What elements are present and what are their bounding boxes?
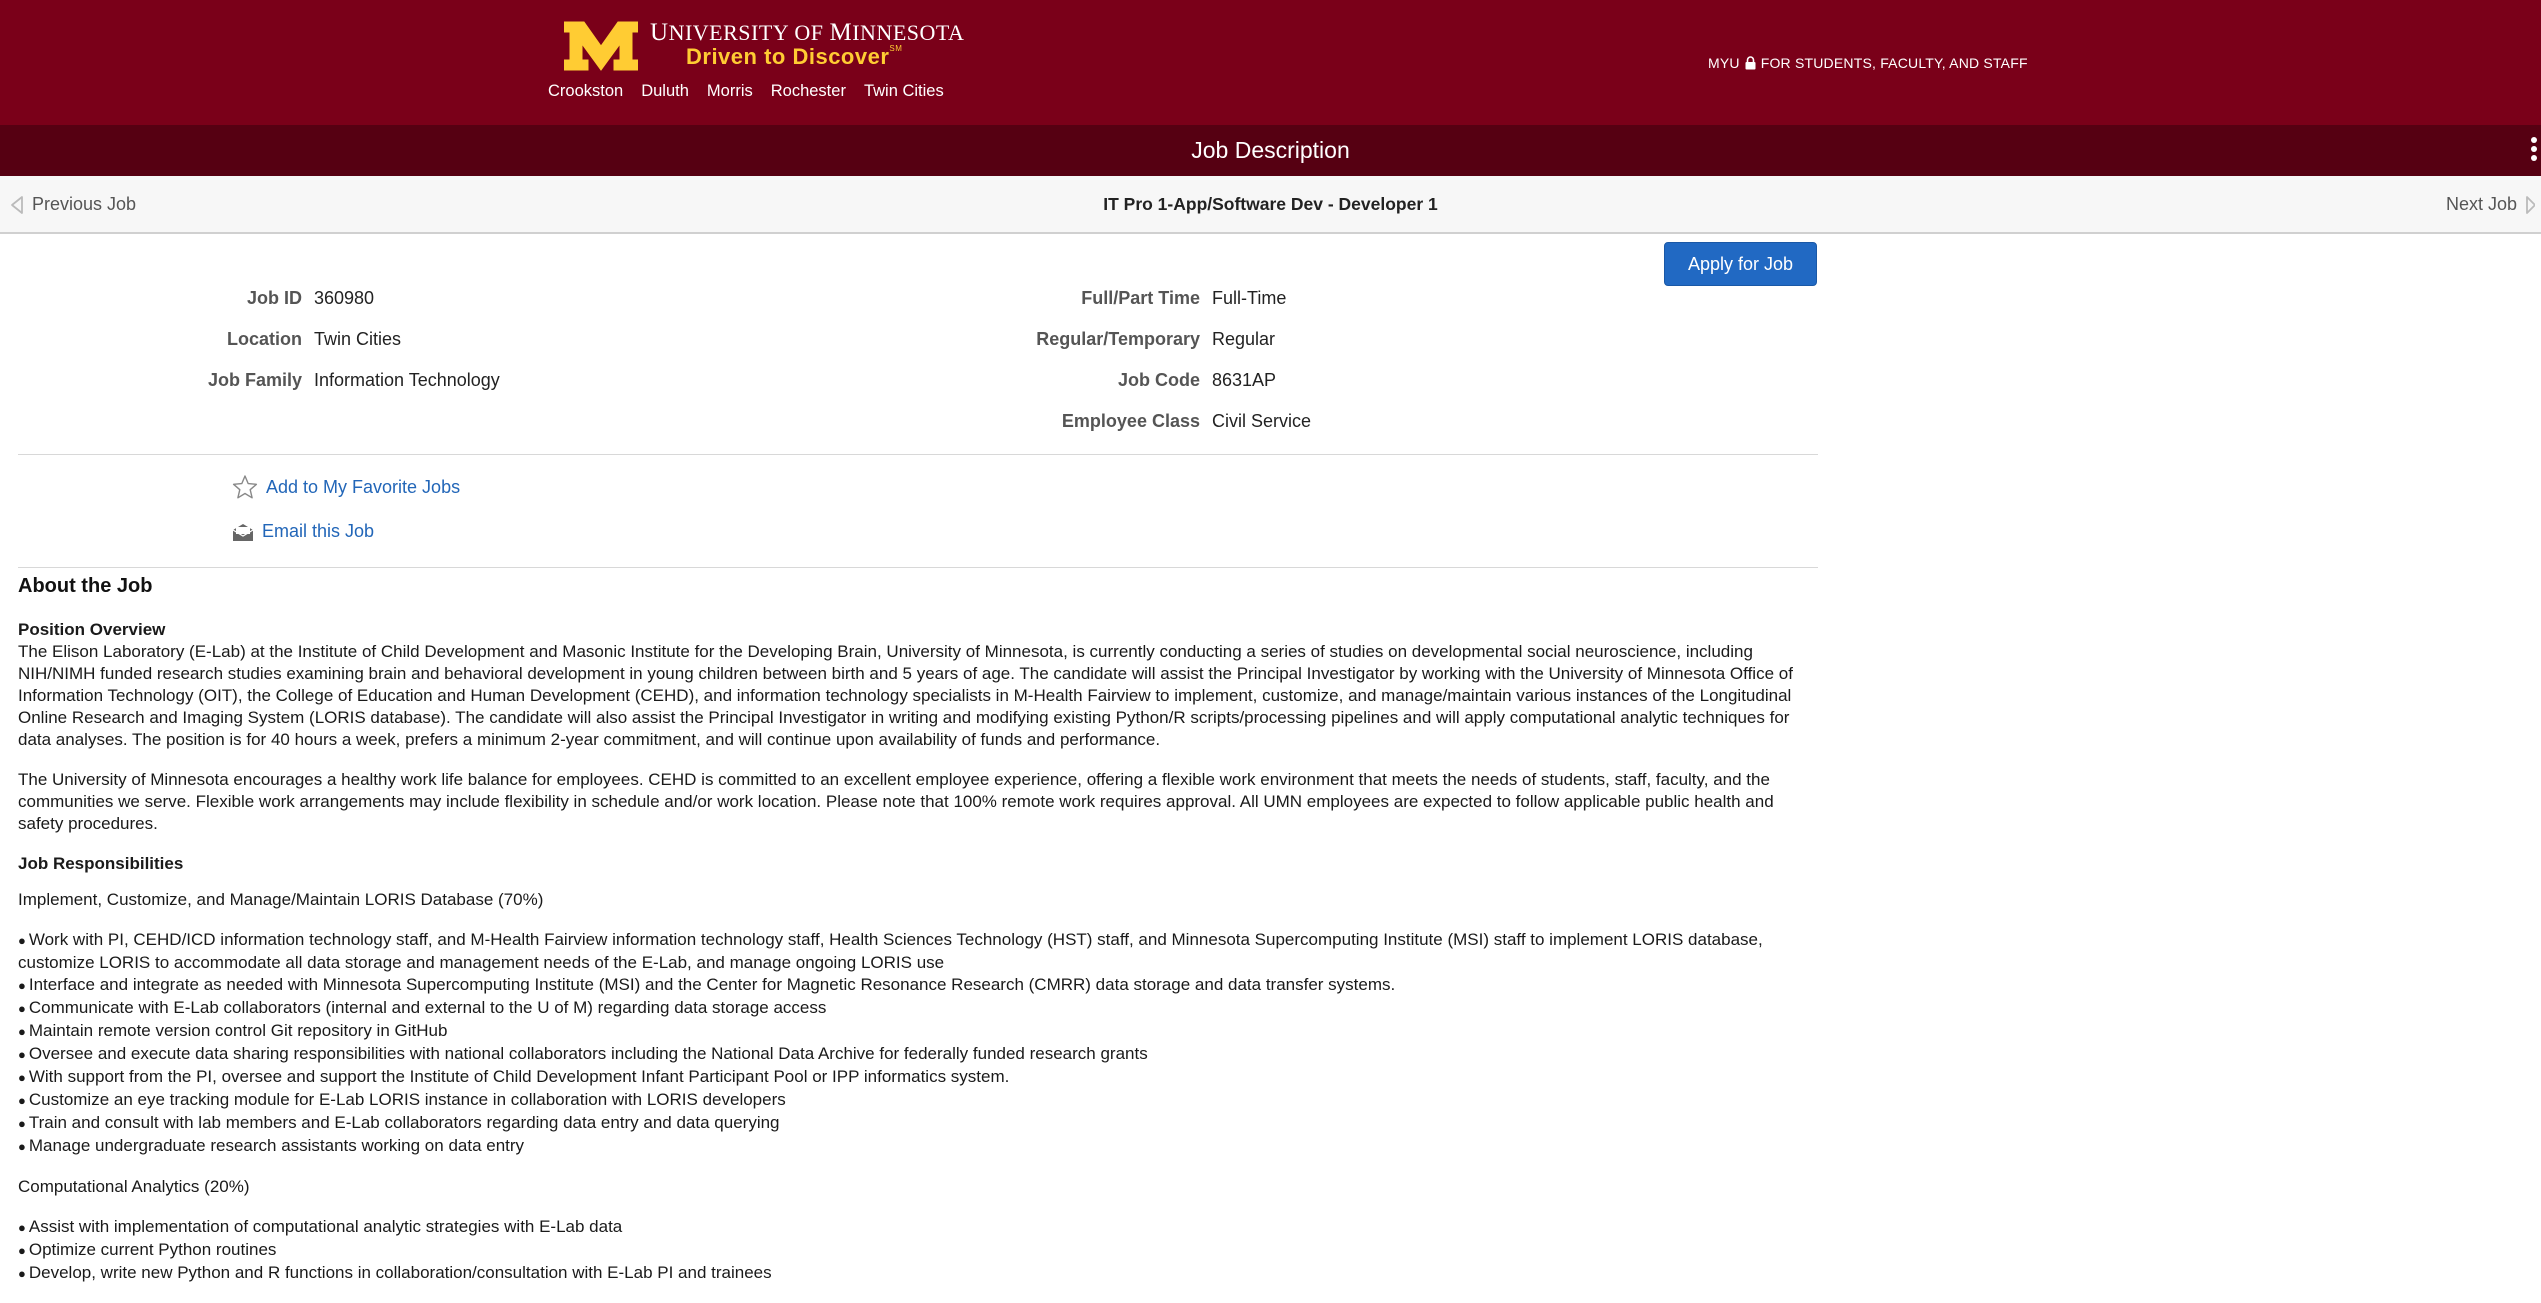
campus-link-rochester[interactable]: Rochester bbox=[771, 82, 846, 101]
myu-link[interactable]: MYU FOR STUDENTS, FACULTY, AND STAFF bbox=[1708, 55, 2028, 71]
detail-label: Employee Class bbox=[1061, 411, 1200, 431]
detail-value: Information Technology bbox=[314, 370, 500, 390]
list-item: Develop, write new Python and R function… bbox=[18, 1262, 1818, 1285]
position-overview: Position Overview The Elison Laboratory … bbox=[18, 619, 1818, 751]
detail-label: Location bbox=[227, 329, 302, 349]
detail-label: Job Code bbox=[1117, 370, 1200, 390]
detail-value: 360980 bbox=[314, 288, 375, 308]
block-m-logo-icon bbox=[564, 21, 638, 71]
about-heading: About the Job bbox=[18, 575, 153, 597]
myu-label: MYU bbox=[1708, 55, 1740, 71]
position-overview-title: Position Overview bbox=[18, 620, 166, 639]
campus-link-morris[interactable]: Morris bbox=[707, 82, 753, 101]
detail-row-job-code: Job Code 8631AP bbox=[918, 370, 1311, 411]
lock-icon bbox=[1745, 56, 1756, 70]
list-item: Train and consult with lab members and E… bbox=[18, 1112, 1818, 1135]
campus-link-crookston[interactable]: Crookston bbox=[548, 82, 623, 101]
add-to-favorites-label: Add to My Favorite Jobs bbox=[266, 476, 461, 497]
responsibilities-title: Job Responsibilities bbox=[18, 854, 184, 873]
page-title: Job Description bbox=[1191, 137, 1350, 163]
divider bbox=[18, 567, 1818, 568]
university-name: UNIVERSITY OF MINNESOTA bbox=[650, 19, 965, 46]
responsibility-list: Work with PI, CEHD/ICD information techn… bbox=[18, 929, 1818, 1158]
envelope-icon bbox=[232, 523, 254, 541]
more-options-icon[interactable] bbox=[2529, 137, 2539, 165]
list-item: Maintain remote version control Git repo… bbox=[18, 1020, 1818, 1043]
chevron-left-icon bbox=[11, 195, 23, 214]
list-item: Oversee and execute data sharing respons… bbox=[18, 1043, 1818, 1066]
list-item: Optimize current Python routines bbox=[18, 1239, 1818, 1262]
detail-value: 8631AP bbox=[1212, 370, 1277, 390]
job-description: Position Overview The Elison Laboratory … bbox=[18, 619, 1818, 1303]
detail-value: Regular bbox=[1212, 329, 1276, 349]
email-job-link[interactable]: Email this Job bbox=[232, 521, 374, 542]
detail-row-full-part-time: Full/Part Time Full-Time bbox=[918, 288, 1311, 329]
list-item: Manage undergraduate research assistants… bbox=[18, 1135, 1818, 1158]
position-overview-text: The Elison Laboratory (E-Lab) at the Ins… bbox=[18, 642, 1793, 749]
detail-label: Job ID bbox=[246, 288, 302, 308]
campus-link-twin-cities[interactable]: Twin Cities bbox=[864, 82, 944, 101]
section-title: Computational Analytics (20%) bbox=[18, 1177, 250, 1196]
chevron-right-icon bbox=[2526, 195, 2535, 214]
list-item: Interface and integrate as needed with M… bbox=[18, 974, 1818, 997]
apply-for-job-button[interactable]: Apply for Job bbox=[1664, 242, 1817, 286]
detail-value: Twin Cities bbox=[314, 329, 402, 349]
job-navigation-bar: Previous Job IT Pro 1-App/Software Dev -… bbox=[0, 176, 2541, 234]
section-title: Implement, Customize, and Manage/Maintai… bbox=[18, 890, 544, 909]
list-item: Communicate with E-Lab collaborators (in… bbox=[18, 997, 1818, 1020]
detail-value: Civil Service bbox=[1212, 411, 1312, 431]
detail-row-job-id: Job ID 360980 bbox=[18, 288, 500, 329]
list-item: Work with PI, CEHD/ICD information techn… bbox=[18, 929, 1818, 974]
previous-job-button[interactable]: Previous Job bbox=[10, 194, 136, 215]
divider bbox=[18, 454, 1818, 455]
detail-value: Full-Time bbox=[1212, 288, 1287, 308]
page-title-bar: Job Description bbox=[0, 125, 2541, 176]
work-life-text: The University of Minnesota encourages a… bbox=[18, 770, 1774, 833]
list-item: Assist with implementation of computatio… bbox=[18, 1216, 1818, 1239]
star-icon bbox=[232, 475, 258, 499]
add-to-favorites-link[interactable]: Add to My Favorite Jobs bbox=[232, 474, 460, 500]
next-job-label: Next Job bbox=[2445, 194, 2517, 214]
email-job-label: Email this Job bbox=[262, 521, 375, 541]
responsibility-list: Assist with implementation of computatio… bbox=[18, 1216, 1818, 1285]
campus-link-duluth[interactable]: Duluth bbox=[641, 82, 689, 101]
campus-nav: Crookston Duluth Morris Rochester Twin C… bbox=[548, 82, 944, 101]
job-details-left: Job ID 360980 Location Twin Cities Job F… bbox=[18, 288, 500, 411]
detail-row-employee-class: Employee Class Civil Service bbox=[918, 411, 1311, 452]
detail-label: Regular/Temporary bbox=[1036, 329, 1200, 349]
detail-row-job-family: Job Family Information Technology bbox=[18, 370, 500, 411]
detail-row-location: Location Twin Cities bbox=[18, 329, 500, 370]
site-header: UNIVERSITY OF MINNESOTA Driven to Discov… bbox=[0, 0, 2541, 125]
list-item: Customize an eye tracking module for E-L… bbox=[18, 1089, 1818, 1112]
job-title: IT Pro 1-App/Software Dev - Developer 1 bbox=[1103, 194, 1438, 214]
tagline: Driven to DiscoverSM bbox=[686, 44, 903, 69]
detail-row-regular-temporary: Regular/Temporary Regular bbox=[918, 329, 1311, 370]
previous-job-label: Previous Job bbox=[32, 194, 137, 214]
next-job-button[interactable]: Next Job bbox=[2446, 194, 2535, 215]
job-details-right: Full/Part Time Full-Time Regular/Tempora… bbox=[918, 288, 1311, 452]
list-item: With support from the PI, oversee and su… bbox=[18, 1066, 1818, 1089]
myu-suffix: FOR STUDENTS, FACULTY, AND STAFF bbox=[1760, 55, 2028, 71]
detail-label: Full/Part Time bbox=[1081, 288, 1200, 308]
detail-label: Job Family bbox=[207, 370, 302, 390]
